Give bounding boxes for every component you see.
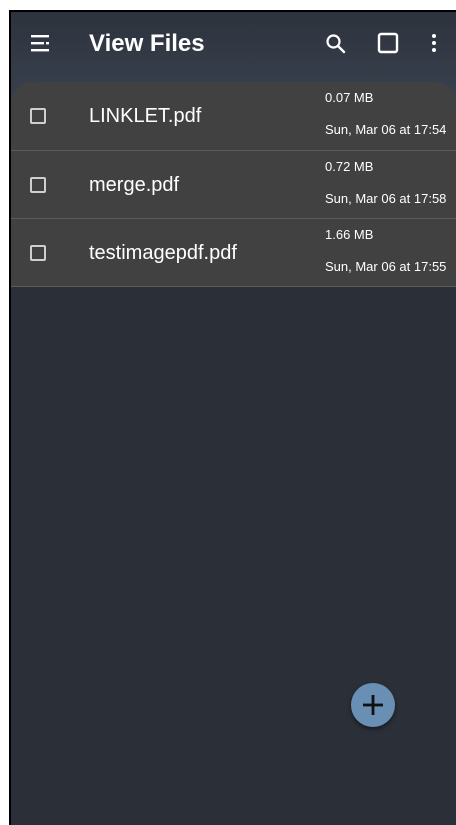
plus-icon [363,695,383,715]
file-list: LINKLET.pdf 0.07 MB Sun, Mar 06 at 17:54… [11,82,456,287]
add-file-button[interactable] [351,683,395,727]
file-name: LINKLET.pdf [89,105,202,127]
file-date: Sun, Mar 06 at 17:54 [325,122,447,137]
file-date: Sun, Mar 06 at 17:58 [325,191,447,206]
file-row[interactable]: LINKLET.pdf 0.07 MB Sun, Mar 06 at 17:54 [11,82,456,151]
menu-icon[interactable] [31,34,53,52]
file-checkbox[interactable] [30,177,46,193]
file-name: merge.pdf [89,174,180,196]
file-checkbox[interactable] [30,108,46,124]
file-name: testimagepdf.pdf [89,242,237,264]
file-size: 0.72 MB [325,159,374,174]
file-row[interactable]: testimagepdf.pdf 1.66 MB Sun, Mar 06 at … [11,219,456,287]
select-all-icon[interactable] [377,32,399,54]
file-size: 0.07 MB [325,90,374,105]
file-size: 1.66 MB [325,227,374,242]
file-checkbox[interactable] [30,245,46,261]
more-vert-icon[interactable] [427,32,441,54]
search-icon[interactable] [325,33,347,55]
file-date: Sun, Mar 06 at 17:55 [325,259,447,274]
app-screen: View Files LINKLET.pdf 0.07 MB Sun, Mar … [9,10,456,825]
page-title: View Files [89,30,205,57]
file-row[interactable]: merge.pdf 0.72 MB Sun, Mar 06 at 17:58 [11,151,456,219]
